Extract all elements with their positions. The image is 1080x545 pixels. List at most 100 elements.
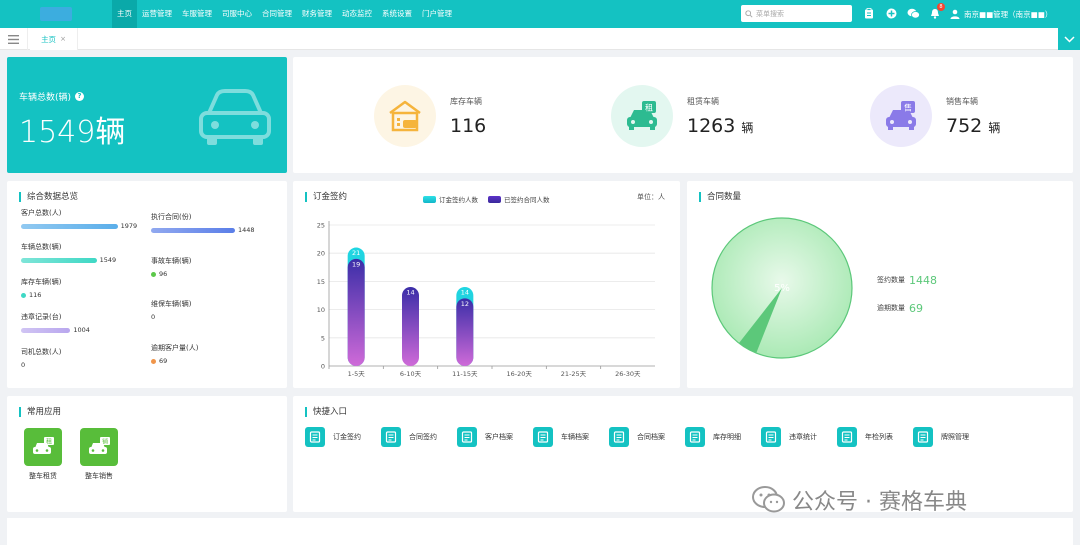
quick-entry-item[interactable]: 合同签约 [381, 427, 457, 447]
total-vehicles-label: 车辆总数(辆) [19, 93, 72, 103]
nav-item-operations[interactable]: 运营管理 [137, 0, 177, 28]
bar-signed-label: 14 [406, 289, 414, 297]
quick-entry-label: 年检列表 [865, 433, 893, 441]
nav-item-home[interactable]: 主页 [112, 0, 137, 28]
rent-car-icon: 租 [611, 85, 673, 147]
overview-item-value: 96 [159, 270, 168, 278]
help-icon[interactable]: ? [75, 92, 85, 101]
bar-signed [347, 258, 365, 366]
overview-item-value: 1549 [99, 256, 117, 264]
quick-entry-item[interactable]: 合同档案 [609, 427, 685, 447]
nav-item-finance[interactable]: 财务管理 [297, 0, 337, 28]
y-tick-label: 10 [317, 306, 325, 314]
menu-search-input[interactable]: 菜单搜索 [741, 5, 852, 22]
sale-badge: 售 [904, 103, 912, 113]
y-tick-label: 25 [317, 222, 325, 230]
add-icon[interactable] [884, 6, 898, 20]
pie-percent-label: 5% [774, 283, 790, 294]
wechat-icon[interactable] [906, 6, 920, 20]
bar-signed-label: 12 [461, 300, 469, 308]
overview-dot [151, 358, 156, 364]
x-tick-label: 16-20天 [506, 370, 532, 378]
overview-item-value: 1448 [238, 226, 255, 234]
tab-dropdown-button[interactable] [1058, 28, 1080, 50]
stat-sales-value: 752 [946, 114, 983, 137]
signed-count-label: 签约数量 [877, 276, 905, 284]
rental-badge-text: 租 [46, 438, 52, 446]
bottom-panel [7, 518, 1073, 545]
app-car-sales[interactable]: 销 整车销售 [79, 428, 119, 481]
main-nav: 主页 运营管理 车服管理 司服中心 合同管理 财务管理 动态监控 系统设置 门户… [112, 0, 457, 28]
quick-entry-label: 车辆档案 [561, 433, 589, 441]
overview-item: 司机总数(人) 0 [21, 347, 61, 369]
quick-entry-item[interactable]: 订金签约 [305, 427, 381, 447]
bar-signed-label: 19 [352, 260, 360, 268]
contract-pie-chart: 5% [711, 217, 853, 359]
quick-entry-label: 牌照管理 [941, 433, 969, 441]
nav-item-contracts[interactable]: 合同管理 [257, 0, 297, 28]
stat-rental: 租 租赁车辆 1263 辆 [611, 85, 753, 147]
quick-entry-item[interactable]: 库存明细 [685, 427, 761, 447]
overview-item-label: 违章记录(台) [21, 313, 62, 321]
stat-rental-label: 租赁车辆 [687, 96, 719, 106]
clipboard-icon[interactable] [862, 6, 876, 20]
overview-item-value: 116 [29, 291, 42, 299]
quick-entry-item[interactable]: 牌照管理 [913, 427, 989, 447]
overview-item: 库存车辆(辆) 116 [21, 277, 61, 299]
quick-entry-item[interactable]: 违章统计 [761, 427, 837, 447]
quick-title: 快捷入口 [305, 407, 347, 417]
overview-item-label: 客户总数(人) [21, 209, 62, 217]
sale-car-icon: 销 [80, 428, 118, 466]
quick-entry-item[interactable]: 客户档案 [457, 427, 533, 447]
quick-entry-item[interactable]: 车辆档案 [533, 427, 609, 447]
overview-item: 维保车辆(辆) 0 [151, 299, 191, 321]
overview-item-value: 69 [159, 357, 168, 365]
stat-rental-value: 1263 [687, 114, 736, 137]
overview-item: 违章记录(台) 1004 [21, 312, 90, 334]
document-icon [305, 427, 325, 447]
user-icon [950, 9, 960, 19]
overview-item: 事故车辆(辆) 96 [151, 256, 191, 278]
search-placeholder: 菜单搜索 [756, 9, 784, 18]
total-vehicles-card: 车辆总数(辆)? 1549辆 [7, 57, 287, 173]
stat-sales-label: 销售车辆 [946, 96, 978, 106]
overview-item-label: 逾期客户量(人) [151, 344, 199, 352]
tab-close-icon[interactable]: × [60, 35, 66, 43]
tab-home-label: 主页 [41, 34, 57, 44]
bar-signed [402, 287, 419, 366]
common-apps-card: 常用应用 租 整车租赁 销 整车销售 [7, 396, 287, 512]
user-menu[interactable]: 南京■■管理（南京■■） [950, 0, 1052, 28]
rent-badge: 租 [645, 104, 653, 113]
bar-signed [456, 298, 474, 366]
nav-item-monitoring[interactable]: 动态监控 [337, 0, 377, 28]
notification-badge: 8 [937, 3, 945, 11]
apps-title: 常用应用 [19, 407, 61, 417]
quick-entry-label: 合同签约 [409, 433, 437, 441]
nav-item-portal[interactable]: 门户管理 [417, 0, 457, 28]
overdue-count-label: 逾期数量 [877, 304, 905, 312]
overview-title: 综合数据总览 [19, 192, 78, 202]
garage-icon [374, 85, 436, 147]
overview-item: 执行合同(份) 1448 [151, 212, 255, 234]
bell-icon[interactable]: 8 [928, 3, 945, 20]
stat-inventory-value: 116 [450, 114, 487, 137]
overview-item-label: 执行合同(份) [151, 213, 192, 221]
signed-count-row: 签约数量 1448 [877, 266, 937, 294]
y-tick-label: 15 [317, 278, 325, 286]
document-icon [609, 427, 629, 447]
menu-toggle-button[interactable] [0, 28, 28, 50]
nav-item-driver-center[interactable]: 司服中心 [217, 0, 257, 28]
overview-dot [151, 271, 156, 277]
nav-item-vehicle-service[interactable]: 车服管理 [177, 0, 217, 28]
data-overview-card: 综合数据总览 客户总数(人) 1979 车辆总数(辆) 1549 库存车辆(辆) 116 违… [7, 181, 287, 388]
overview-item: 客户总数(人) 1979 [21, 208, 137, 230]
app-car-rental[interactable]: 租 整车租赁 [23, 428, 63, 481]
nav-item-settings[interactable]: 系统设置 [377, 0, 417, 28]
logo [40, 7, 72, 21]
tab-home[interactable]: 主页 × [30, 28, 78, 50]
car-icon [199, 89, 271, 145]
stat-rental-unit: 辆 [741, 120, 754, 135]
deposit-signing-card: 订金签约 订金签约人数 已签约合同人数 单位：人 0 5 10 15 20 25 1-5天 2… [293, 181, 680, 388]
deposit-bar-chart: 0 5 10 15 20 25 1-5天 21 19 6-10天 14 11-15天 14 12 16-20… [317, 221, 655, 378]
quick-entry-item[interactable]: 年检列表 [837, 427, 913, 447]
